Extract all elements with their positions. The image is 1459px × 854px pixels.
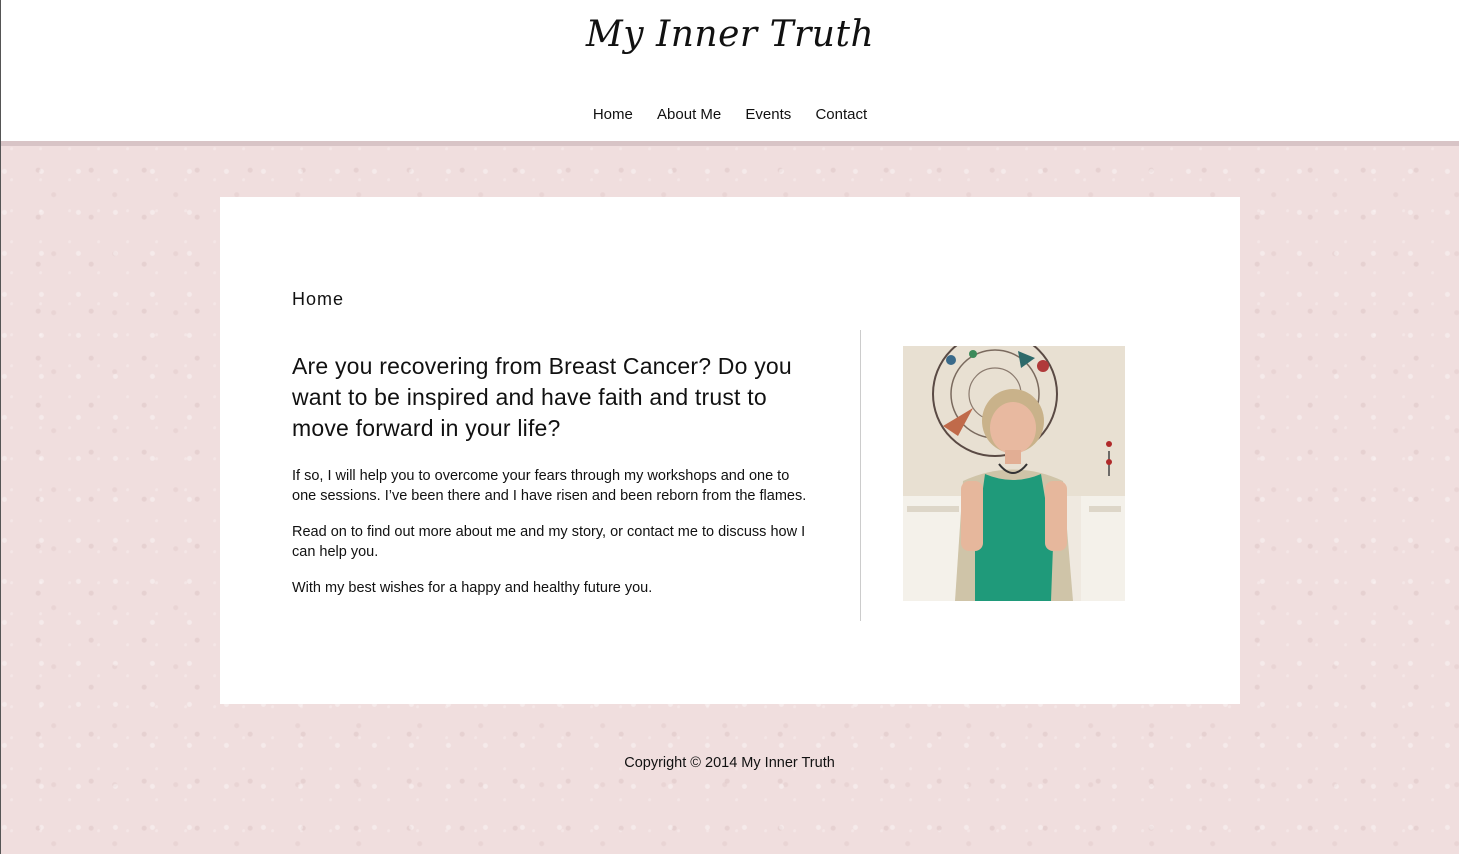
- portrait-photo: [903, 346, 1125, 601]
- nav-about-me[interactable]: About Me: [657, 106, 721, 123]
- site-header: My Inner Truth Home About Me Events Cont…: [1, 0, 1459, 141]
- nav-events[interactable]: Events: [745, 106, 791, 123]
- contact-paragraph: Read on to find out more about me and my…: [292, 524, 806, 560]
- site-title[interactable]: My Inner Truth: [1, 14, 1459, 55]
- copyright-text: Copyright © 2014 My Inner Truth: [624, 755, 835, 771]
- site-footer: Copyright © 2014 My Inner Truth: [0, 755, 1459, 771]
- content-column: Are you recovering from Breast Cancer? D…: [292, 351, 817, 614]
- wishes-paragraph: With my best wishes for a happy and heal…: [292, 580, 653, 596]
- nav-contact[interactable]: Contact: [815, 106, 867, 123]
- main-nav: Home About Me Events Contact: [1, 106, 1459, 123]
- header-divider: [1, 141, 1459, 146]
- lead-heading: Are you recovering from Breast Cancer? D…: [292, 353, 792, 441]
- content-card: Home Are you recovering from Breast Canc…: [220, 197, 1240, 704]
- portrait-photo-icon: [903, 346, 1125, 601]
- nav-home[interactable]: Home: [593, 106, 633, 123]
- intro-paragraph: If so, I will help you to overcome your …: [292, 468, 807, 504]
- column-divider: [860, 330, 861, 621]
- page-title: Home: [292, 289, 345, 309]
